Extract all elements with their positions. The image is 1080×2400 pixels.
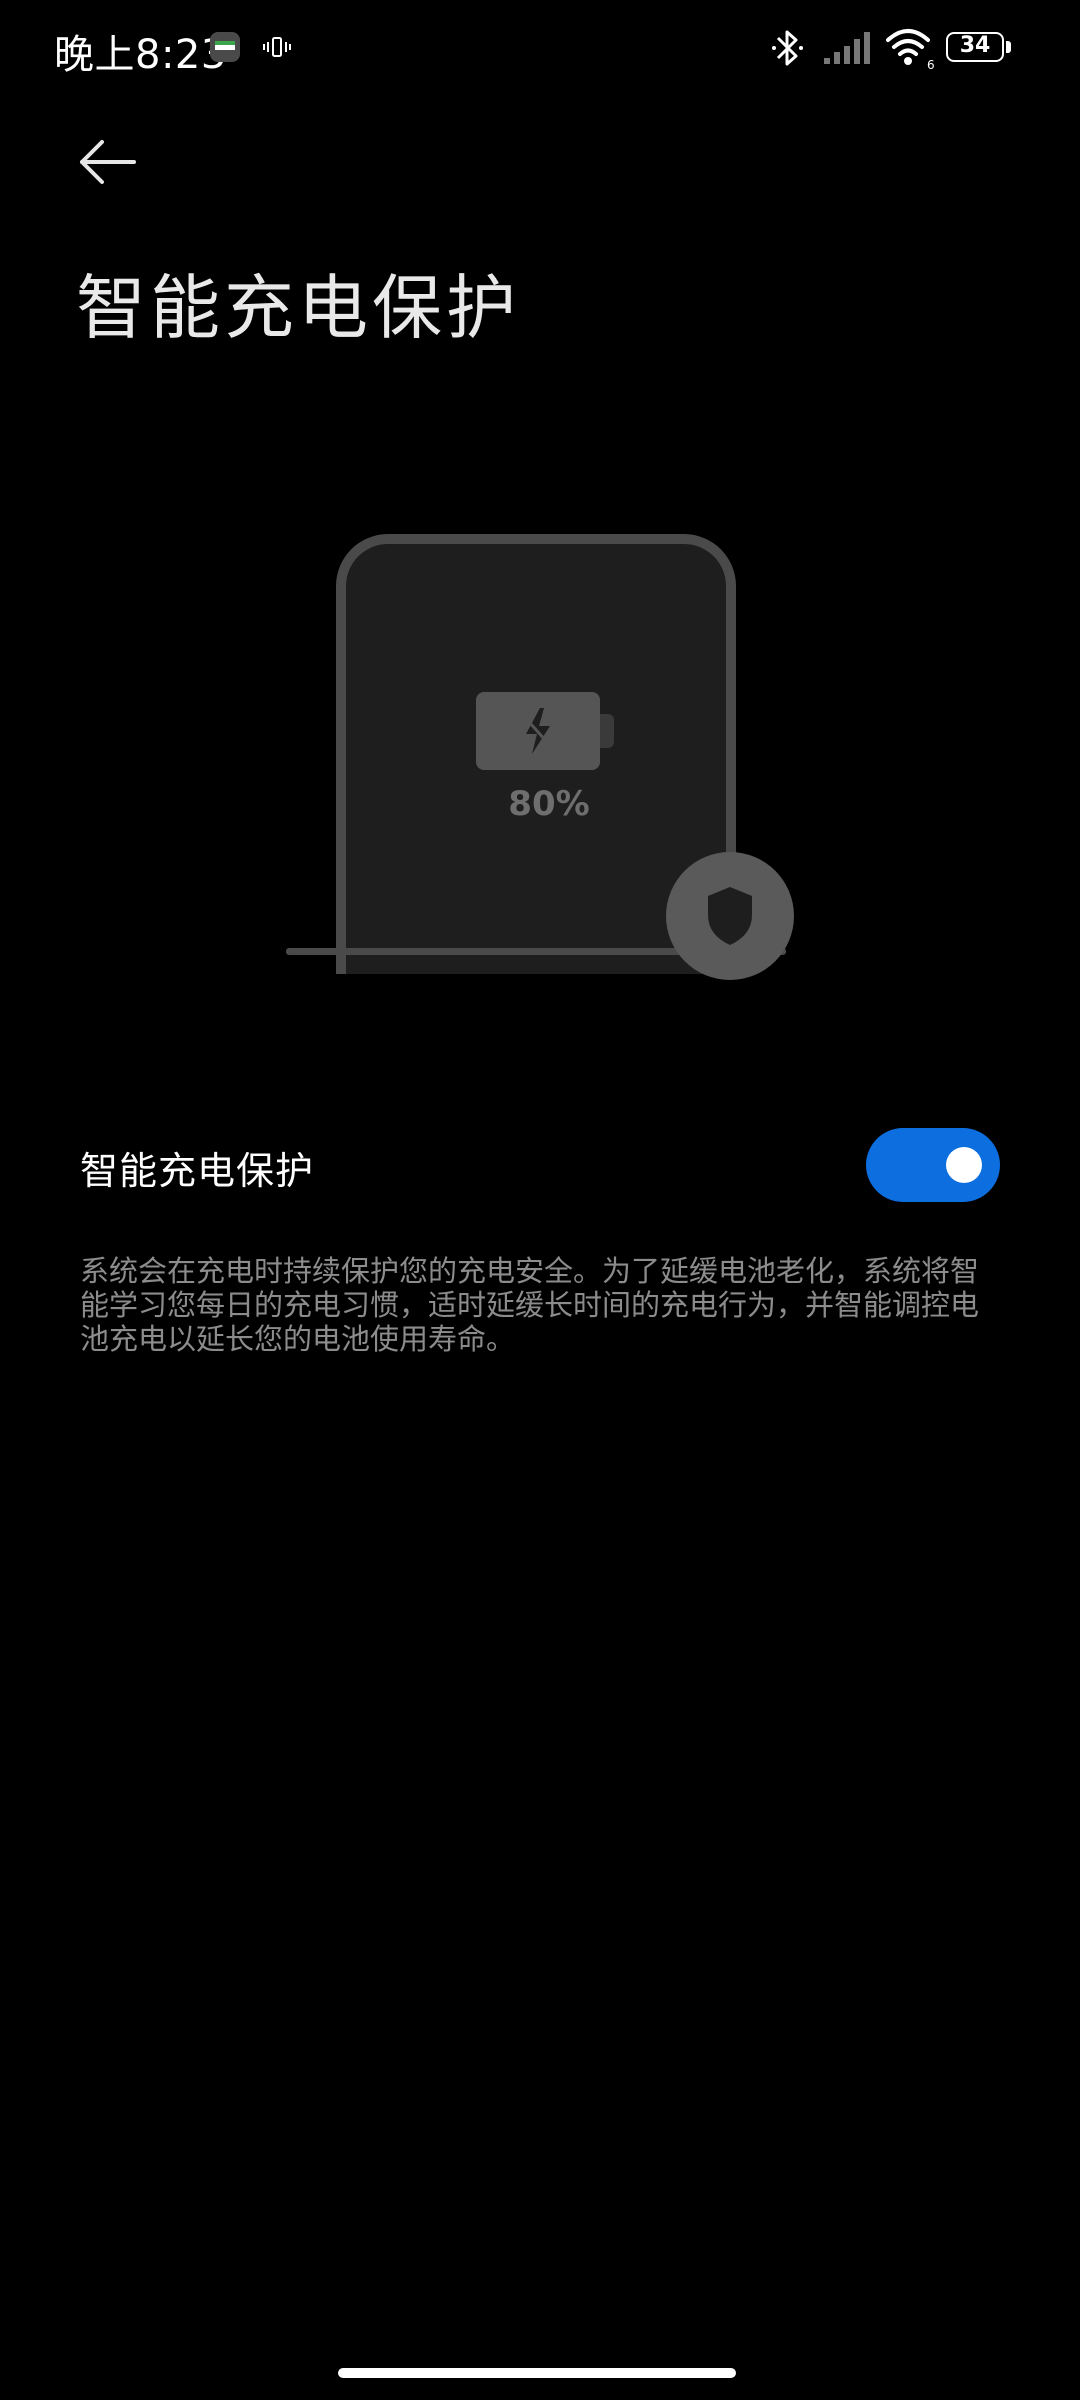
shield-icon [708,887,752,945]
smart-charging-toggle[interactable] [866,1128,1000,1202]
signal-strength-icon [822,30,872,70]
battery-level: 34 [959,33,991,58]
smart-charging-setting-row[interactable]: 智能充电保护 [0,1120,1080,1210]
status-bar: 晚上8:23 6 34 [0,0,1080,96]
back-button[interactable] [66,120,150,204]
bluetooth-icon [770,26,806,74]
battery-cap [1006,41,1011,53]
toggle-knob [946,1147,982,1183]
shield-badge [666,852,794,980]
screen: 晚上8:23 6 34 智能充电保护 80% 智能充电保护 系统会在充电时持续保… [0,0,1080,2400]
status-time: 晚上8:23 [54,32,227,78]
arrow-left-icon [80,140,136,184]
wifi-icon: 6 [884,26,936,74]
setting-description: 系统会在充电时持续保护您的充电安全。为了延缓电池老化，系统将智能学习您每日的充电… [80,1254,980,1356]
charging-illustration: 80% [280,520,820,1000]
home-indicator[interactable] [338,2368,736,2378]
page-title: 智能充电保护 [76,267,520,349]
battery-percent-label: 80% [508,784,590,824]
notification-app-icon [210,32,240,62]
battery-icon: 34 [946,32,1004,62]
battery-charging-icon [476,692,614,770]
wifi-standard-label: 6 [927,58,935,70]
setting-label: 智能充电保护 [80,1149,315,1193]
vibrate-icon [262,36,292,62]
